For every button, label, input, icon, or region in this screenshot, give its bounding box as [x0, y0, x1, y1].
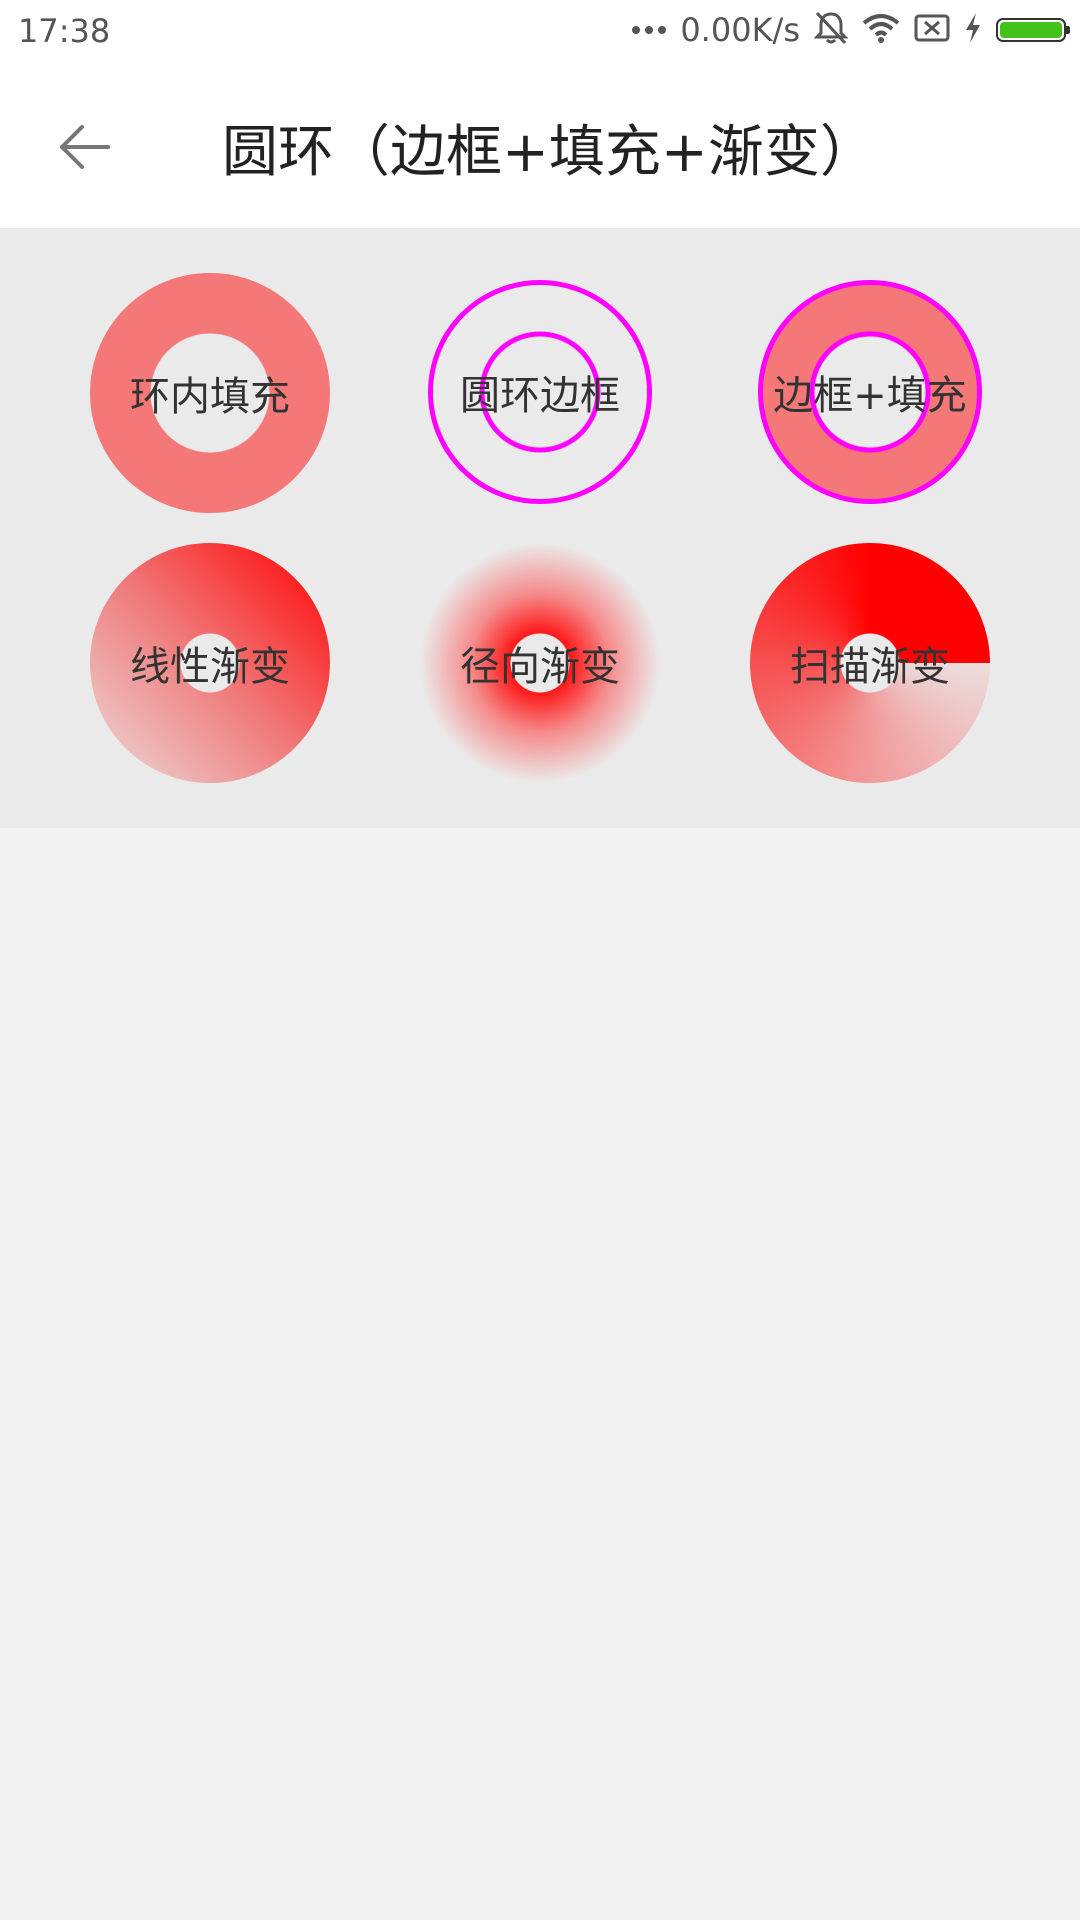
ring-linear-label: 线性渐变: [130, 644, 290, 690]
status-time: 17:38: [18, 12, 111, 50]
ring-border-demo: 圆环边框: [428, 280, 652, 504]
ring-sweep-label: 扫描渐变: [790, 644, 950, 690]
ring-border-fill-label: 边框+填充: [773, 373, 967, 419]
mute-icon: [813, 10, 849, 50]
ring-fill-label: 环内填充: [130, 374, 290, 420]
charging-icon: [964, 12, 982, 48]
ring-border-fill-demo: 边框+填充: [758, 280, 982, 504]
ring-fill-demo: 环内填充: [90, 273, 330, 513]
battery-fill: [1000, 22, 1062, 38]
sim-missing-icon: [914, 13, 950, 47]
toolbar: 圆环（边框+填充+渐变）: [0, 62, 1080, 228]
status-icons: 0.00K/s: [632, 10, 1070, 50]
battery-icon: [996, 18, 1070, 42]
net-speed: 0.00K/s: [680, 11, 800, 49]
ring-linear-gradient-demo: 线性渐变: [90, 543, 330, 783]
ring-radial-gradient-demo: 径向渐变: [420, 543, 660, 783]
ring-radial-label: 径向渐变: [460, 644, 620, 690]
ring-demo-panel: 环内填充 圆环边框 边框+填充 线性渐变 径向渐变 扫描渐变: [0, 228, 1080, 828]
arrow-left-icon: [60, 125, 110, 169]
more-dots-icon: [632, 26, 667, 34]
page-title: 圆环（边框+填充+渐变）: [222, 120, 876, 185]
ring-border-label: 圆环边框: [460, 373, 620, 419]
status-bar: 17:38 0.00K/s: [0, 0, 1080, 62]
back-button[interactable]: [44, 112, 124, 182]
wifi-icon: [862, 13, 900, 47]
ring-sweep-gradient-demo: 扫描渐变: [750, 543, 990, 783]
